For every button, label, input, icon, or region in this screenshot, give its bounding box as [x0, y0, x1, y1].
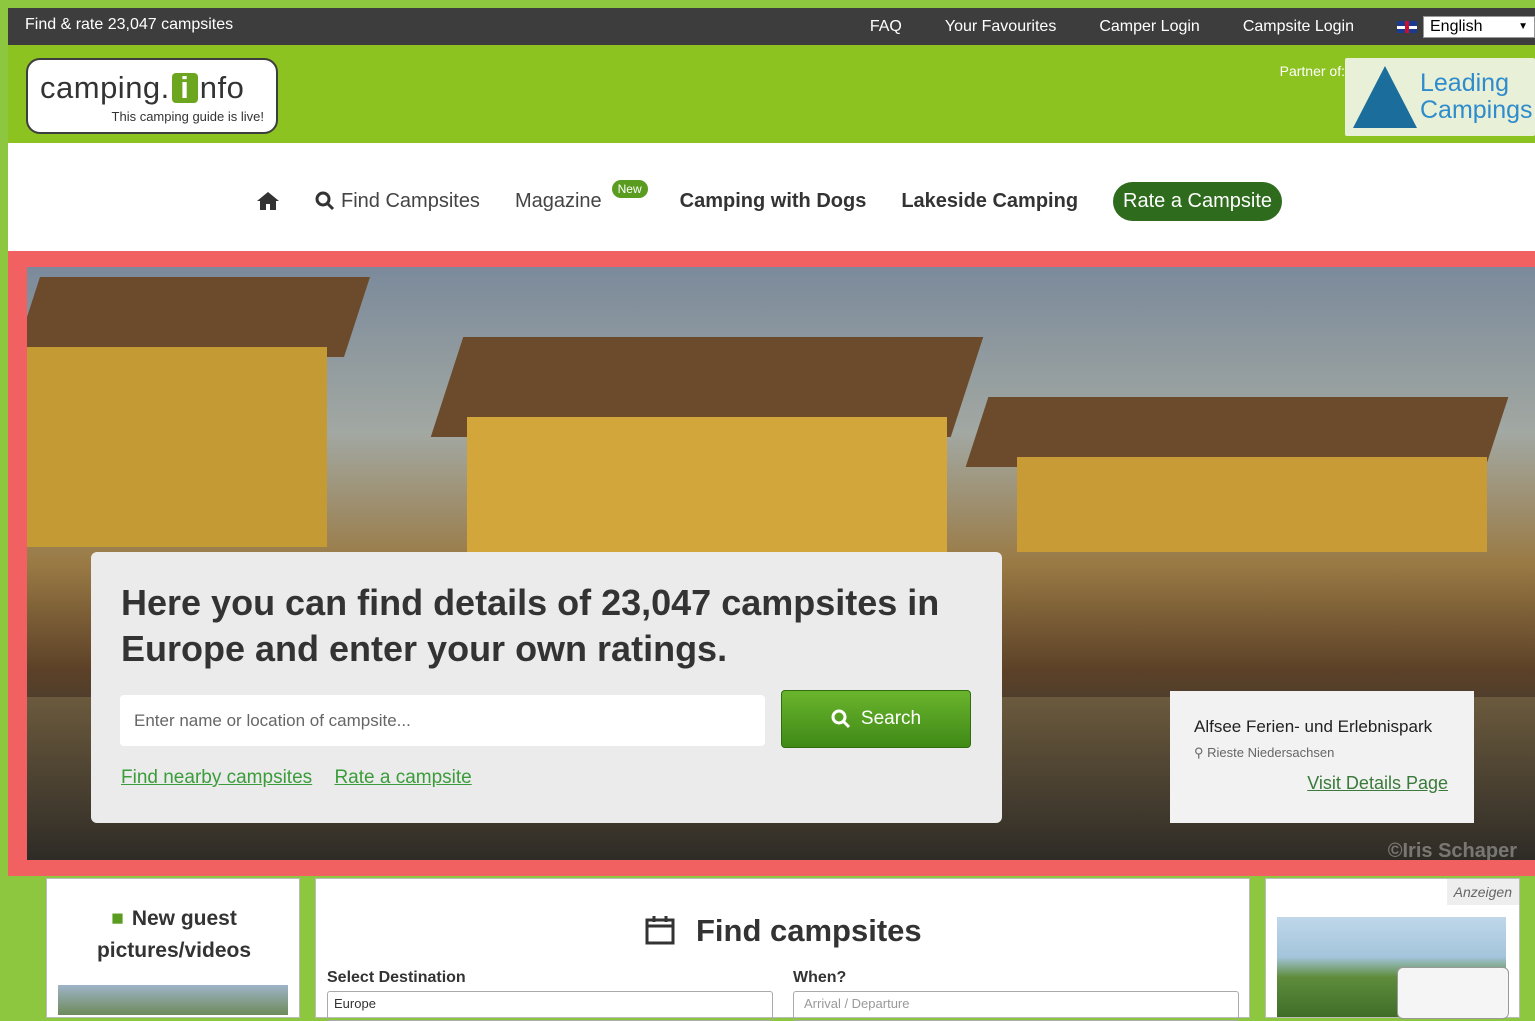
find-campsites-label: Find Campsites [341, 189, 480, 212]
guest-picture-thumbnail[interactable] [58, 985, 288, 1015]
campsite-search-input[interactable]: Enter name or location of campsite... [120, 695, 765, 746]
when-label: When? [793, 969, 847, 986]
ad-image[interactable] [1277, 917, 1509, 1019]
calendar-icon [645, 916, 675, 945]
language-selector[interactable]: English ▼ [1397, 15, 1535, 38]
partner-name-line1: Leading [1420, 69, 1509, 97]
site-tagline: Find & rate 23,047 campsites [25, 16, 234, 33]
search-placeholder: Enter name or location of campsite... [134, 710, 411, 730]
site-header: camping. i nfo This camping guide is liv… [8, 45, 1535, 143]
logo-wordmark: camping. i nfo [40, 70, 244, 106]
main-nav: Find Campsites Magazine New Camping with… [8, 143, 1535, 251]
ad-label: Anzeigen [1446, 879, 1519, 905]
faq-link[interactable]: FAQ [870, 18, 902, 36]
site-logo[interactable]: camping. i nfo This camping guide is liv… [26, 58, 278, 134]
camera-icon: ■ [111, 907, 124, 930]
hero-caption: Alfsee Ferien- und Erlebnispark ⚲ Rieste… [1170, 691, 1474, 823]
logo-i-box: i [171, 72, 198, 103]
find-campsites-panel: Find campsites Select Destination When? … [315, 878, 1251, 1021]
photo-credit: ©Iris Schaper [1387, 840, 1517, 860]
language-select[interactable]: English ▼ [1423, 15, 1535, 38]
favourites-link[interactable]: Your Favourites [945, 18, 1056, 36]
destination-select[interactable]: Europe [327, 991, 773, 1021]
new-badge: New [611, 179, 648, 198]
leading-campings-logo-icon [1353, 66, 1417, 128]
campsite-login-link[interactable]: Campsite Login [1243, 18, 1354, 36]
hero-search-box: Here you can find details of 23,047 camp… [91, 552, 1002, 823]
find-campsites-link[interactable]: Find Campsites [315, 190, 480, 213]
hero-links: Find nearby campsites Rate a campsite [121, 767, 489, 789]
rate-campsite-button[interactable]: Rate a Campsite [1113, 181, 1283, 221]
camping-with-dogs-link[interactable]: Camping with Dogs [680, 190, 867, 213]
find-nearby-link[interactable]: Find nearby campsites [121, 767, 312, 788]
motorhome-image [1397, 967, 1509, 1019]
caption-location: ⚲ Rieste Niedersachsen [1194, 745, 1334, 761]
hero-headline: Here you can find details of 23,047 camp… [121, 582, 940, 669]
cabin-roof-left [27, 277, 370, 357]
ad-panel: Anzeigen [1265, 878, 1520, 1019]
partner-name-line2: Campings [1420, 96, 1533, 124]
select-destination-label: Select Destination [327, 969, 466, 986]
find-campsites-panel-title-text: Find campsites [695, 913, 922, 948]
caption-location-text: Rieste Niedersachsen [1207, 745, 1335, 760]
magazine-label: Magazine [514, 189, 602, 212]
partner-label: Partner of: [1279, 63, 1345, 79]
cabin-center [467, 417, 947, 557]
guest-pictures-panel: ■ New guest pictures/videos [46, 878, 300, 1018]
cabin-left [27, 347, 327, 547]
logo-text-right: nfo [199, 70, 245, 105]
top-bar: Find & rate 23,047 campsites FAQ Your Fa… [8, 8, 1535, 45]
top-links: FAQ Your Favourites Camper Login Campsit… [870, 8, 1535, 45]
home-link[interactable] [256, 191, 280, 211]
arrival-departure-input[interactable]: Arrival / Departure [793, 991, 1239, 1021]
logo-slogan: This camping guide is live! [111, 109, 264, 124]
uk-flag-icon [1397, 20, 1417, 33]
lakeside-camping-link[interactable]: Lakeside Camping [901, 190, 1078, 213]
camper-login-link[interactable]: Camper Login [1099, 18, 1200, 36]
magazine-link[interactable]: Magazine New [514, 179, 648, 213]
leading-campings-badge[interactable]: Leading Campings [1345, 58, 1535, 136]
search-icon [831, 709, 850, 729]
map-pin-icon: ⚲ [1194, 745, 1208, 760]
guest-pictures-title: ■ New guest pictures/videos [47, 903, 301, 967]
rate-campsite-link[interactable]: Rate a campsite [334, 767, 471, 788]
chevron-down-icon: ▼ [1518, 21, 1528, 32]
search-button-label: Search [860, 708, 922, 729]
visit-details-link[interactable]: Visit Details Page [1307, 773, 1448, 794]
language-value: English [1430, 17, 1483, 35]
search-icon [315, 191, 335, 211]
find-campsites-panel-title: Find campsites [316, 913, 1251, 949]
caption-campsite-name: Alfsee Ferien- und Erlebnispark [1194, 717, 1433, 736]
home-icon [257, 192, 279, 210]
search-button[interactable]: Search [781, 690, 971, 748]
logo-text-left: camping. [40, 70, 170, 105]
cabin-right [1017, 457, 1487, 552]
leading-campings-text: Leading Campings [1420, 70, 1533, 124]
